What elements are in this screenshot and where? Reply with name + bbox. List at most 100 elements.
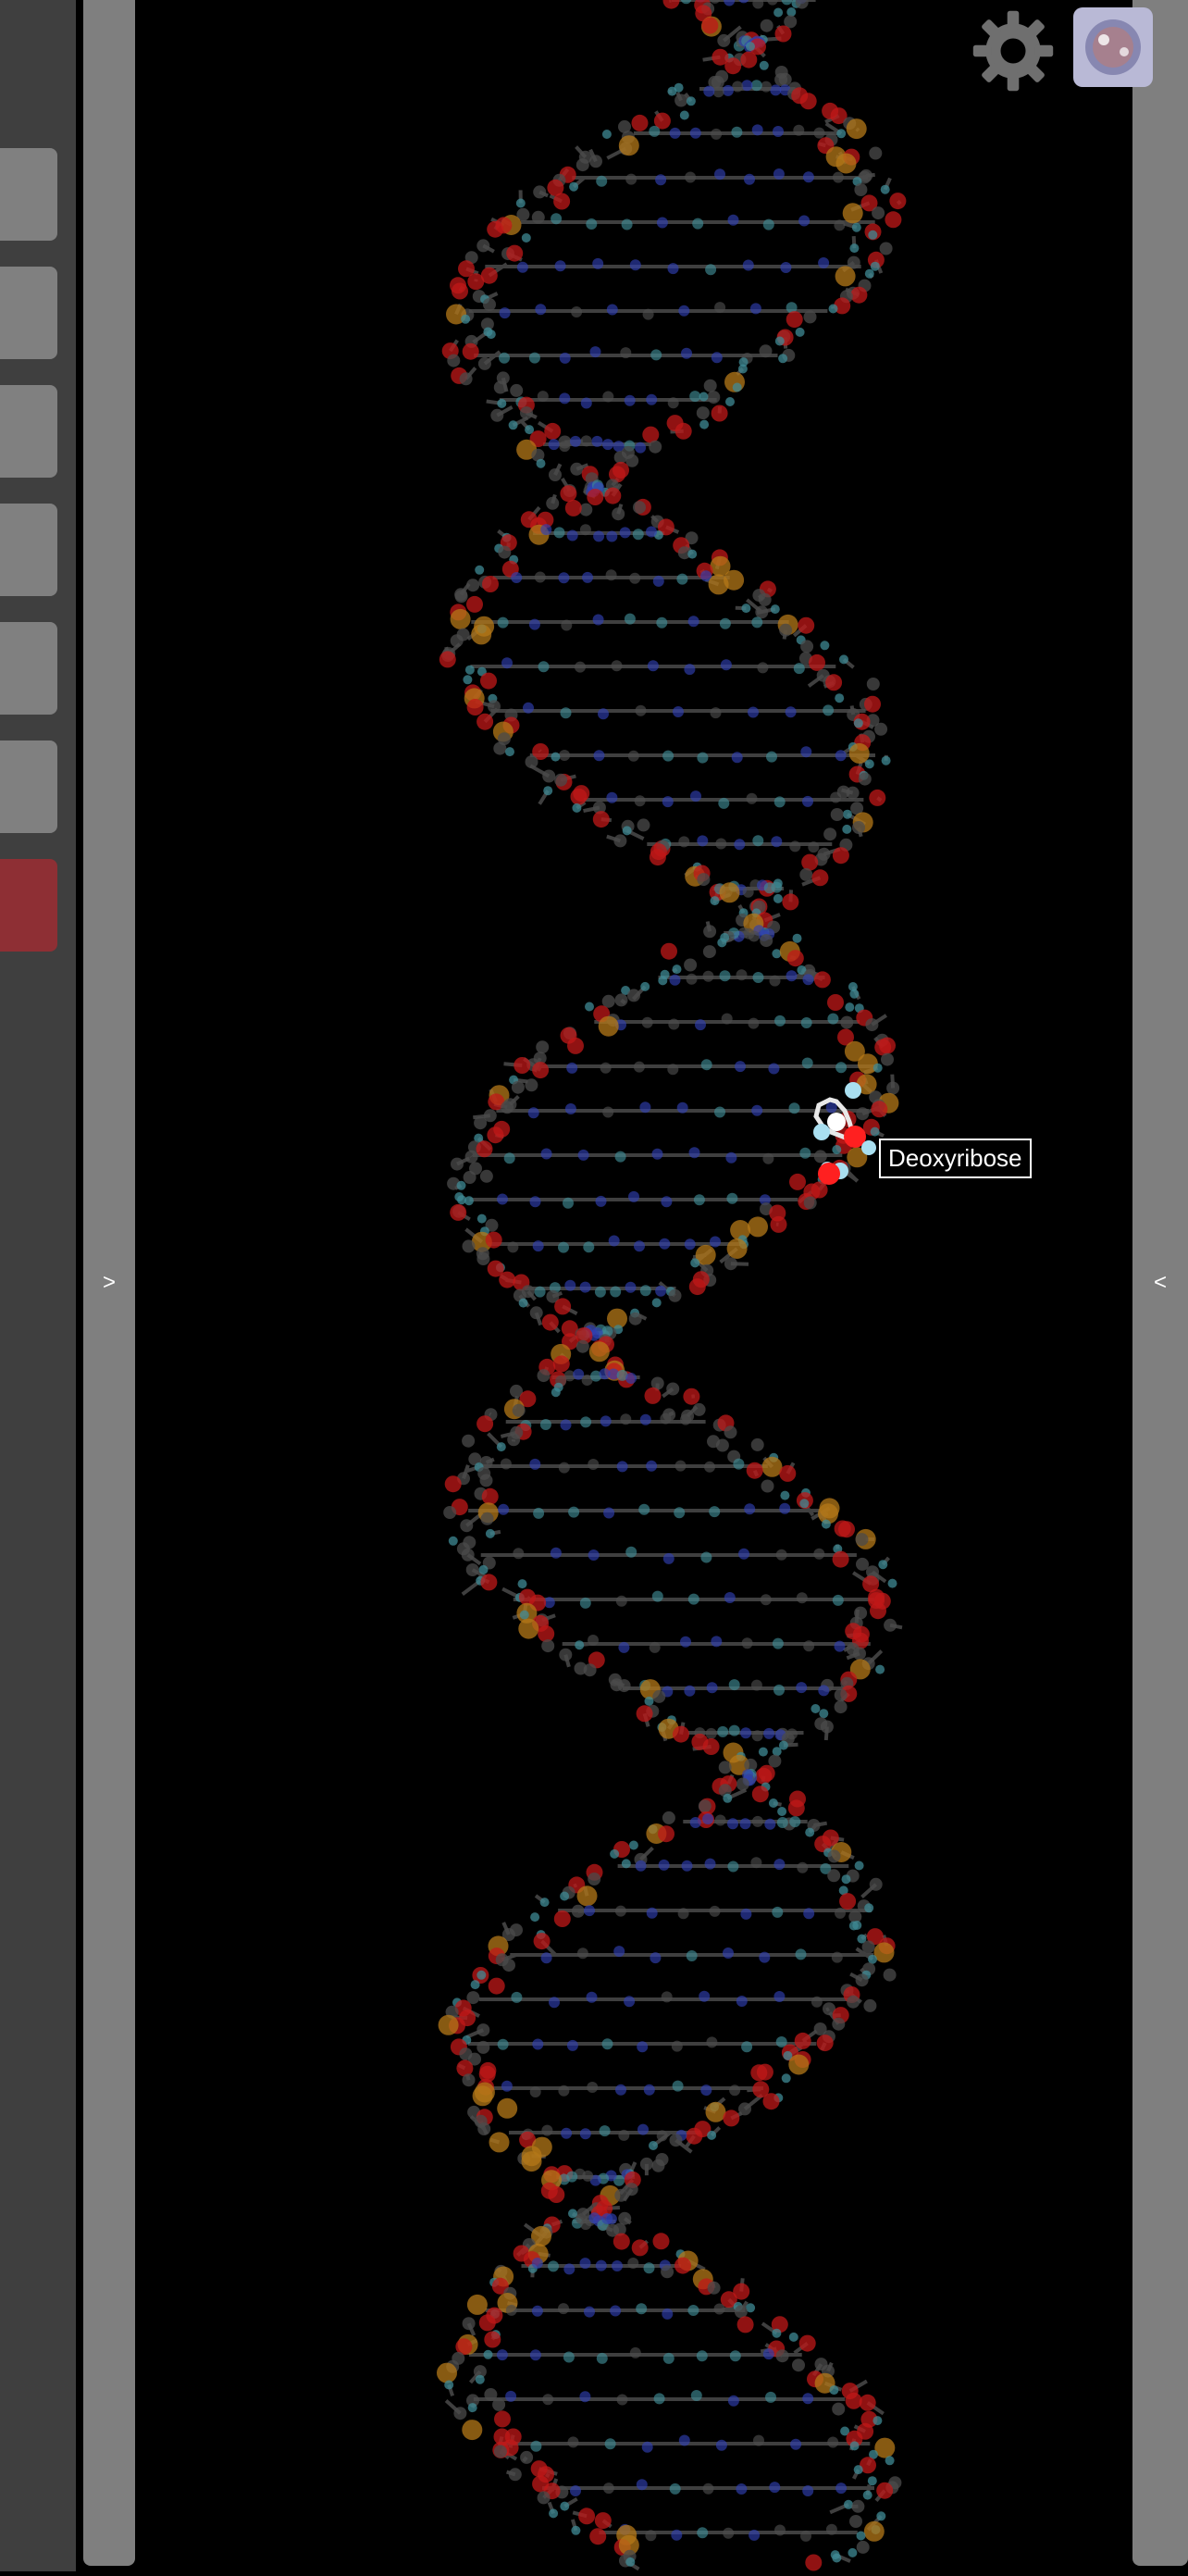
toolbar-button-2[interactable] bbox=[0, 267, 57, 359]
atom bbox=[497, 399, 506, 408]
atom bbox=[752, 124, 763, 135]
atom bbox=[738, 2102, 751, 2115]
atom bbox=[762, 1457, 783, 1477]
atom bbox=[540, 1898, 550, 1907]
atom bbox=[703, 925, 716, 938]
atom bbox=[437, 2363, 457, 2383]
atom bbox=[594, 750, 605, 761]
atom bbox=[761, 81, 772, 93]
atom bbox=[520, 2451, 533, 2464]
atom bbox=[703, 971, 714, 982]
right-panel-handle[interactable]: < bbox=[1132, 0, 1188, 2566]
dna-molecule[interactable] bbox=[135, 0, 1132, 2571]
atom bbox=[773, 1638, 784, 1649]
atom bbox=[637, 1705, 653, 1722]
atom bbox=[835, 1062, 847, 1073]
molecule-avatar-icon[interactable] bbox=[1073, 7, 1153, 87]
atom bbox=[535, 572, 546, 583]
atom bbox=[691, 2390, 702, 2401]
atom bbox=[655, 174, 666, 185]
atom bbox=[715, 839, 726, 850]
toolbar-button-3[interactable] bbox=[0, 385, 57, 478]
atom bbox=[615, 1151, 626, 1163]
toolbar-button-6[interactable] bbox=[0, 740, 57, 833]
atom bbox=[653, 576, 664, 587]
atom bbox=[637, 2041, 648, 2052]
atom bbox=[551, 1548, 562, 1559]
atom bbox=[662, 1991, 673, 2002]
atom bbox=[462, 2420, 482, 2440]
atom bbox=[865, 759, 874, 768]
atom bbox=[670, 2483, 681, 2495]
atom bbox=[541, 2125, 552, 2136]
left-panel-handle[interactable]: > bbox=[83, 0, 135, 2566]
toolbar-button-4[interactable] bbox=[0, 504, 57, 596]
atom bbox=[542, 1314, 559, 1331]
atom bbox=[568, 2436, 579, 2447]
atom bbox=[813, 1549, 824, 1560]
atom bbox=[671, 2530, 682, 2541]
atom bbox=[802, 2485, 813, 2496]
atom bbox=[541, 1149, 552, 1160]
left-toolbar bbox=[0, 0, 76, 2571]
atom bbox=[584, 1663, 597, 1676]
atom bbox=[460, 372, 473, 385]
atom bbox=[500, 307, 511, 318]
atom bbox=[868, 1955, 877, 1964]
atom bbox=[833, 1595, 844, 1606]
atom bbox=[771, 836, 782, 847]
atom bbox=[768, 1755, 781, 1768]
atom bbox=[680, 111, 689, 120]
atom bbox=[686, 2128, 702, 2145]
toolbar-button-accent[interactable] bbox=[0, 859, 57, 952]
toolbar-button-5[interactable] bbox=[0, 622, 57, 715]
atom bbox=[520, 406, 533, 419]
atom bbox=[736, 969, 748, 980]
atom bbox=[662, 796, 674, 807]
atom bbox=[535, 1287, 546, 1298]
atom bbox=[455, 590, 468, 603]
atom bbox=[770, 976, 781, 987]
atom bbox=[798, 216, 810, 227]
atom bbox=[449, 1537, 458, 1546]
atom bbox=[797, 1862, 808, 1873]
atom bbox=[727, 1861, 738, 1873]
atom bbox=[663, 2353, 674, 2364]
atom bbox=[576, 1340, 589, 1353]
atom bbox=[747, 1462, 763, 1479]
atom bbox=[554, 527, 565, 538]
atom bbox=[647, 1908, 658, 1919]
atom bbox=[444, 2381, 453, 2390]
atom bbox=[677, 1102, 688, 1114]
atom bbox=[872, 206, 885, 219]
atom bbox=[799, 1499, 809, 1508]
atom bbox=[638, 1504, 650, 1515]
atom bbox=[788, 2055, 809, 2075]
atom bbox=[704, 380, 717, 392]
atom bbox=[467, 699, 484, 716]
gear-icon[interactable] bbox=[971, 9, 1055, 93]
atom bbox=[553, 193, 570, 210]
atom bbox=[836, 154, 857, 174]
atom bbox=[864, 2521, 885, 2542]
atom bbox=[560, 353, 571, 364]
atom bbox=[450, 1204, 466, 1221]
atom bbox=[509, 420, 518, 429]
atom bbox=[627, 2258, 638, 2269]
atom bbox=[674, 2258, 691, 2274]
atom bbox=[463, 1239, 476, 1252]
atom bbox=[525, 1078, 538, 1091]
atom bbox=[580, 1282, 591, 1293]
molecule-viewport[interactable] bbox=[135, 0, 1132, 2571]
atom bbox=[697, 835, 708, 846]
toolbar-button-1[interactable] bbox=[0, 148, 57, 241]
atom bbox=[808, 841, 819, 852]
atom bbox=[628, 751, 639, 762]
atom bbox=[506, 245, 523, 262]
atom bbox=[614, 2189, 627, 2202]
atom bbox=[533, 185, 546, 198]
atom bbox=[509, 2468, 522, 2481]
atom bbox=[528, 1107, 539, 1118]
atom bbox=[722, 1014, 733, 1025]
atom bbox=[674, 1507, 685, 1518]
